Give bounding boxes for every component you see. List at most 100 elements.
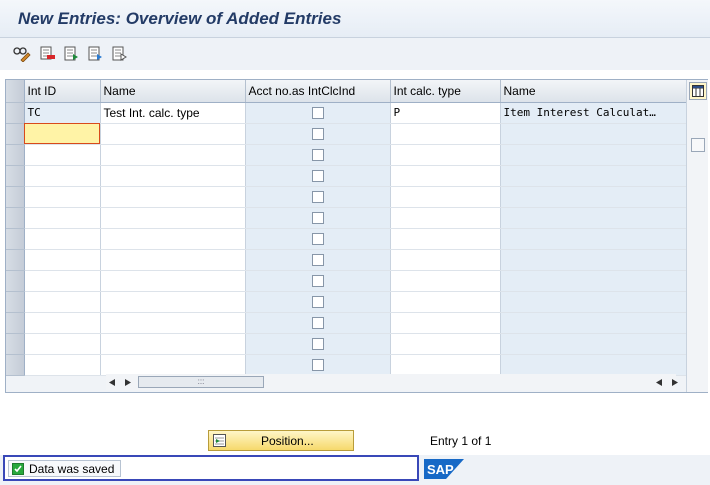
calc-type-cell[interactable] bbox=[390, 144, 501, 166]
deselect-all-icon[interactable] bbox=[110, 44, 130, 64]
title-bar: New Entries: Overview of Added Entries bbox=[0, 0, 710, 38]
scroll-right-end-icon[interactable] bbox=[671, 378, 679, 387]
calc-name-cell bbox=[500, 354, 687, 376]
acct-checkbox[interactable] bbox=[311, 338, 324, 351]
acct-checkbox-cell bbox=[245, 312, 391, 334]
row-selector[interactable] bbox=[6, 186, 25, 208]
position-button[interactable]: Position... bbox=[208, 430, 354, 451]
acct-checkbox[interactable] bbox=[311, 317, 324, 330]
acct-checkbox-cell bbox=[245, 207, 391, 229]
table-row bbox=[6, 249, 687, 271]
name-cell[interactable]: Test Int. calc. type bbox=[100, 102, 246, 124]
acct-checkbox[interactable] bbox=[311, 359, 324, 372]
calc-type-cell[interactable] bbox=[390, 312, 501, 334]
name-cell[interactable] bbox=[100, 312, 246, 334]
select-all-icon[interactable] bbox=[62, 44, 82, 64]
calc-type-cell[interactable] bbox=[390, 228, 501, 250]
status-message-box[interactable]: Data was saved bbox=[3, 455, 419, 481]
row-selector[interactable] bbox=[6, 228, 25, 250]
int-id-cell[interactable] bbox=[24, 354, 101, 376]
calc-name-cell bbox=[500, 249, 687, 271]
row-selector[interactable] bbox=[6, 291, 25, 313]
acct-checkbox-cell bbox=[245, 228, 391, 250]
int-id-cell[interactable] bbox=[24, 291, 101, 313]
name-cell[interactable] bbox=[100, 270, 246, 292]
calc-type-cell[interactable] bbox=[390, 165, 501, 187]
int-id-cell[interactable] bbox=[24, 165, 101, 187]
calc-type-cell[interactable] bbox=[390, 186, 501, 208]
row-selector[interactable] bbox=[6, 144, 25, 166]
row-selector[interactable] bbox=[6, 165, 25, 187]
horizontal-scroll-thumb[interactable]: ::: bbox=[138, 376, 264, 388]
scroll-left-icon[interactable] bbox=[108, 378, 116, 387]
row-selector[interactable] bbox=[6, 123, 25, 145]
acct-checkbox[interactable] bbox=[311, 107, 324, 120]
calc-type-cell[interactable] bbox=[390, 270, 501, 292]
calc-type-cell[interactable] bbox=[390, 333, 501, 355]
int-id-cell[interactable] bbox=[24, 144, 101, 166]
row-selector[interactable] bbox=[6, 270, 25, 292]
int-id-cell[interactable] bbox=[24, 249, 101, 271]
row-selector[interactable] bbox=[6, 249, 25, 271]
delete-row-icon[interactable] bbox=[38, 44, 58, 64]
horizontal-scrollbar[interactable]: ::: bbox=[106, 374, 679, 390]
acct-checkbox[interactable] bbox=[311, 254, 324, 267]
table-settings-icon[interactable] bbox=[689, 82, 707, 100]
row-selector[interactable] bbox=[6, 207, 25, 229]
int-id-cell[interactable] bbox=[24, 270, 101, 292]
calc-type-cell[interactable]: P bbox=[390, 102, 501, 124]
acct-checkbox[interactable] bbox=[311, 128, 324, 141]
table-row bbox=[6, 207, 687, 229]
calc-type-cell[interactable] bbox=[390, 249, 501, 271]
acct-checkbox[interactable] bbox=[311, 275, 324, 288]
int-id-cell[interactable] bbox=[24, 312, 101, 334]
scroll-left-end-icon[interactable] bbox=[655, 378, 663, 387]
acct-checkbox-cell bbox=[245, 165, 391, 187]
calc-type-cell[interactable] bbox=[390, 207, 501, 229]
select-all-rows-button[interactable] bbox=[6, 80, 25, 103]
acct-checkbox-cell bbox=[245, 102, 391, 124]
column-header-acct-no[interactable]: Acct no.as IntClcInd bbox=[245, 80, 391, 103]
calc-type-cell[interactable] bbox=[390, 123, 501, 145]
name-cell[interactable] bbox=[100, 186, 246, 208]
name-cell[interactable] bbox=[100, 144, 246, 166]
int-id-input-active[interactable] bbox=[24, 123, 101, 145]
column-header-int-id[interactable]: Int ID bbox=[24, 80, 101, 103]
name-cell[interactable] bbox=[100, 291, 246, 313]
column-header-name[interactable]: Name bbox=[100, 80, 246, 103]
acct-checkbox[interactable] bbox=[311, 170, 324, 183]
row-selector[interactable] bbox=[6, 333, 25, 355]
calc-type-cell[interactable] bbox=[390, 354, 501, 376]
int-id-cell[interactable] bbox=[24, 207, 101, 229]
acct-checkbox[interactable] bbox=[311, 149, 324, 162]
vertical-scrollbar[interactable] bbox=[686, 80, 708, 392]
scroll-right-icon[interactable] bbox=[124, 378, 132, 387]
name-cell[interactable] bbox=[100, 165, 246, 187]
status-message[interactable]: Data was saved bbox=[8, 460, 121, 477]
name-cell[interactable] bbox=[100, 354, 246, 376]
int-id-cell[interactable] bbox=[24, 228, 101, 250]
row-selector[interactable] bbox=[6, 354, 25, 376]
select-block-icon[interactable] bbox=[86, 44, 106, 64]
name-cell[interactable] bbox=[100, 207, 246, 229]
int-id-cell[interactable] bbox=[24, 333, 101, 355]
position-icon bbox=[213, 434, 226, 447]
column-header-calc-name[interactable]: Name bbox=[500, 80, 687, 103]
row-selector[interactable] bbox=[6, 102, 25, 124]
acct-checkbox[interactable] bbox=[311, 191, 324, 204]
column-header-int-calc-type[interactable]: Int calc. type bbox=[390, 80, 501, 103]
acct-checkbox[interactable] bbox=[311, 296, 324, 309]
name-cell[interactable] bbox=[100, 249, 246, 271]
acct-checkbox[interactable] bbox=[311, 233, 324, 246]
glasses-edit-icon[interactable] bbox=[12, 44, 32, 64]
acct-checkbox[interactable] bbox=[311, 212, 324, 225]
name-cell[interactable] bbox=[100, 228, 246, 250]
calc-name-cell bbox=[500, 165, 687, 187]
calc-type-cell[interactable] bbox=[390, 291, 501, 313]
vertical-scroll-thumb[interactable] bbox=[691, 138, 705, 152]
row-selector[interactable] bbox=[6, 312, 25, 334]
acct-checkbox-cell bbox=[245, 354, 391, 376]
name-cell[interactable] bbox=[100, 123, 246, 145]
int-id-cell[interactable] bbox=[24, 186, 101, 208]
name-cell[interactable] bbox=[100, 333, 246, 355]
